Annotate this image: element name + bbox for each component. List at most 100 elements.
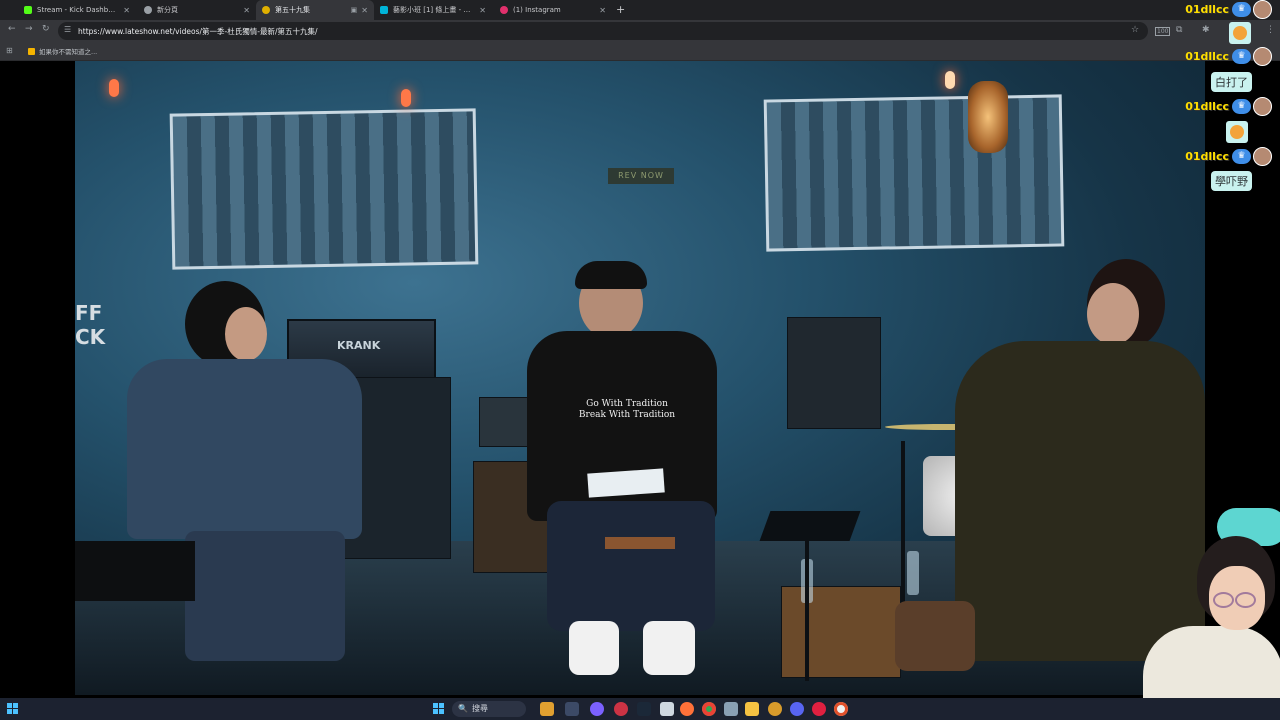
hanging-lamp-icon bbox=[109, 79, 119, 97]
firefox-icon[interactable] bbox=[680, 702, 694, 716]
site-info-icon[interactable]: ☰ bbox=[64, 25, 71, 34]
forward-icon[interactable]: → bbox=[25, 24, 33, 34]
address-bar[interactable]: ☰ https://www.lateshow.net/videos/第一季-杜氏… bbox=[58, 22, 1148, 40]
windows-taskbar: 🔍 搜尋 bbox=[0, 698, 1280, 720]
tshirt-line-2: Break With Tradition bbox=[578, 410, 676, 420]
right-wall-poster bbox=[763, 94, 1065, 252]
person-left-face bbox=[225, 307, 267, 361]
app-icon-coin[interactable] bbox=[768, 702, 782, 716]
app-icon-mail[interactable] bbox=[660, 702, 674, 716]
tab-title: 第五十九集 bbox=[275, 6, 310, 14]
tab-kick-dashboard[interactable]: Stream - Kick Dashboard ✕ bbox=[18, 0, 136, 20]
widgets-icon[interactable] bbox=[7, 703, 19, 715]
back-icon[interactable]: ← bbox=[8, 24, 16, 34]
chat-user-row: 01dllcc ♛ bbox=[1185, 147, 1272, 166]
crown-badge-icon: ♛ bbox=[1232, 99, 1251, 114]
new-tab-button[interactable]: + bbox=[616, 3, 625, 16]
new-tab-favicon-icon bbox=[144, 6, 152, 14]
close-tab-icon[interactable]: ✕ bbox=[479, 6, 486, 15]
search-placeholder: 搜尋 bbox=[472, 704, 488, 713]
mute-tab-icon[interactable]: ▣ bbox=[351, 6, 358, 14]
menu-kebab-icon[interactable]: ⋮ bbox=[1266, 25, 1275, 35]
steam-icon[interactable] bbox=[637, 702, 651, 716]
close-tab-icon[interactable]: ✕ bbox=[361, 6, 368, 15]
glasses-right-lens bbox=[1235, 592, 1256, 608]
sneaker-right bbox=[643, 621, 695, 675]
chrome-icon[interactable] bbox=[702, 702, 716, 716]
close-tab-icon[interactable]: ✕ bbox=[243, 6, 250, 15]
browser-toolbar: ← → ↻ ☰ https://www.lateshow.net/videos/… bbox=[0, 20, 1280, 42]
tshirt-line-1: Go With Tradition bbox=[586, 399, 668, 409]
tab-title: (1) Instagram bbox=[513, 6, 561, 14]
tab-bahamut[interactable]: 藝影小班 [1] 條上畫 - 巴哈姆特 ✕ bbox=[374, 0, 492, 20]
tab-title: Stream - Kick Dashboard bbox=[37, 6, 120, 14]
app-icon-obs[interactable] bbox=[614, 702, 628, 716]
stool bbox=[605, 537, 675, 549]
bookmark-favicon-icon bbox=[28, 47, 35, 55]
chat-message: 白打了 bbox=[1211, 72, 1252, 92]
avatar bbox=[1253, 97, 1272, 116]
chat-username: 01dllcc bbox=[1185, 100, 1229, 113]
tab-new-page[interactable]: 新分頁 ✕ bbox=[138, 0, 256, 20]
windows-start-icon[interactable] bbox=[433, 703, 445, 715]
pendant-light bbox=[968, 81, 1008, 153]
chat-username: 01dllcc bbox=[1185, 50, 1229, 63]
app-icon-chat[interactable] bbox=[590, 702, 604, 716]
emote-icon bbox=[1233, 26, 1247, 40]
close-tab-icon[interactable]: ✕ bbox=[123, 6, 130, 15]
chat-user-row: 01dllcc ♛ bbox=[1185, 97, 1272, 116]
avatar bbox=[1253, 0, 1272, 19]
amplifier bbox=[787, 317, 881, 429]
tab-episode-59[interactable]: 第五十九集 ▣ ✕ bbox=[256, 0, 374, 20]
kick-favicon-icon bbox=[24, 6, 32, 14]
app-icon-red[interactable] bbox=[812, 702, 826, 716]
streamer-webcam bbox=[1125, 508, 1280, 700]
file-explorer-icon[interactable] bbox=[745, 702, 759, 716]
wall-sign: REV NOW bbox=[608, 168, 674, 184]
tab-instagram[interactable]: (1) Instagram ✕ bbox=[494, 0, 612, 20]
close-tab-icon[interactable]: ✕ bbox=[599, 6, 606, 15]
apps-grid-icon[interactable]: ⊞ bbox=[6, 46, 13, 55]
app-icon-browser[interactable] bbox=[834, 702, 848, 716]
search-icon: 🔍 bbox=[458, 704, 468, 713]
bookmark-star-icon[interactable]: ☆ bbox=[1131, 25, 1139, 35]
hanging-lamp-icon bbox=[945, 71, 955, 89]
extension-icon[interactable]: ⧉ bbox=[1176, 25, 1182, 35]
person-right-boot bbox=[895, 601, 975, 671]
streamer-shirt bbox=[1143, 626, 1280, 700]
person-center-hair bbox=[575, 261, 647, 289]
extensions-puzzle-icon[interactable]: ✱ bbox=[1202, 25, 1210, 35]
avatar bbox=[1253, 47, 1272, 66]
tshirt-print: Go With Tradition Break With Tradition bbox=[567, 399, 687, 421]
chat-username: 01dllcc bbox=[1185, 150, 1229, 163]
music-stand bbox=[759, 511, 861, 541]
instagram-favicon-icon bbox=[500, 6, 508, 14]
cube-text-2: CK bbox=[75, 325, 106, 349]
bookmark-item[interactable]: 如果你不需知道之... bbox=[28, 46, 97, 56]
crown-badge-icon: ♛ bbox=[1232, 2, 1251, 17]
bookmarks-bar: ⊞ 如果你不需知道之... bbox=[0, 42, 1280, 61]
chat-sticker bbox=[1226, 121, 1248, 143]
person-right-face bbox=[1087, 283, 1139, 345]
person-left-jacket bbox=[127, 359, 362, 539]
discord-icon[interactable] bbox=[790, 702, 804, 716]
reload-icon[interactable]: ↻ bbox=[42, 24, 50, 34]
wall-cube-letters: FF CK bbox=[75, 301, 105, 351]
app-icon-game[interactable] bbox=[540, 702, 554, 716]
crown-badge-icon: ♛ bbox=[1232, 49, 1251, 64]
chat-username: 01dllcc bbox=[1185, 3, 1229, 16]
avatar bbox=[1253, 147, 1272, 166]
tab-title: 藝影小班 [1] 條上畫 - 巴哈姆特 bbox=[393, 6, 475, 14]
zoom-badge[interactable]: 100 bbox=[1155, 27, 1171, 36]
video-player[interactable]: REV NOW FF CK KRANK Go With Tradition Br… bbox=[75, 61, 1205, 695]
chat-user-row: 01dllcc ♛ bbox=[1185, 0, 1272, 19]
app-icon-task-view[interactable] bbox=[565, 702, 579, 716]
cube-text-1: FF bbox=[75, 301, 103, 325]
tab-title: 新分頁 bbox=[157, 6, 178, 14]
water-bottle bbox=[907, 551, 919, 595]
lateshow-favicon-icon bbox=[262, 6, 270, 14]
person-left-jeans bbox=[185, 531, 345, 661]
hanging-lamp-icon bbox=[401, 89, 411, 107]
app-icon-pen[interactable] bbox=[724, 702, 738, 716]
taskbar-search[interactable]: 🔍 搜尋 bbox=[452, 701, 526, 717]
